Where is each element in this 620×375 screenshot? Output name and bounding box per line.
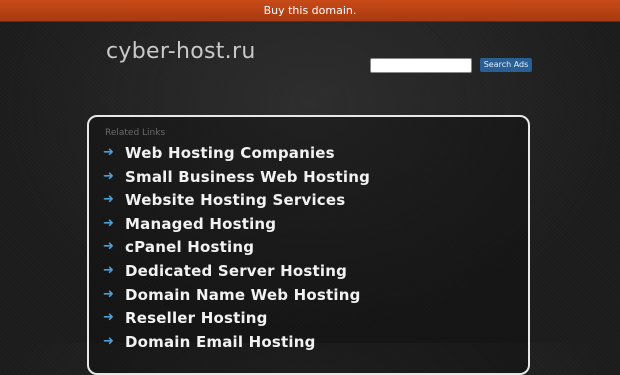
related-link[interactable]: Reseller Hosting bbox=[125, 307, 268, 329]
arrow-right-icon: ➜ bbox=[103, 262, 114, 278]
related-link[interactable]: Domain Email Hosting bbox=[125, 331, 316, 353]
arrow-right-icon: ➜ bbox=[103, 310, 114, 326]
related-links-heading: Related Links bbox=[105, 128, 166, 138]
search-input[interactable] bbox=[370, 58, 472, 73]
arrow-right-icon: ➜ bbox=[103, 239, 114, 255]
related-links-panel: Related Links ➜ Web Hosting Companies ➜ … bbox=[87, 115, 530, 375]
related-link[interactable]: Web Hosting Companies bbox=[125, 142, 335, 164]
related-link[interactable]: Small Business Web Hosting bbox=[125, 166, 370, 188]
search-ads-button[interactable]: Search Ads bbox=[480, 58, 532, 72]
buy-domain-banner[interactable]: Buy this domain. bbox=[0, 0, 620, 22]
arrow-right-icon: ➜ bbox=[103, 145, 114, 160]
arrow-right-icon: ➜ bbox=[103, 215, 114, 231]
arrow-right-icon: ➜ bbox=[103, 168, 114, 184]
related-link[interactable]: cPanel Hosting bbox=[125, 236, 254, 258]
arrow-right-icon: ➜ bbox=[103, 286, 114, 302]
arrow-right-icon: ➜ bbox=[103, 192, 114, 208]
arrow-right-icon: ➜ bbox=[103, 333, 114, 349]
related-link[interactable]: Website Hosting Services bbox=[125, 189, 345, 211]
buy-domain-link[interactable]: Buy this domain. bbox=[264, 4, 357, 17]
related-link[interactable]: Domain Name Web Hosting bbox=[125, 284, 361, 306]
domain-title: cyber-host.ru bbox=[106, 39, 256, 64]
related-link[interactable]: Dedicated Server Hosting bbox=[125, 260, 347, 282]
related-link[interactable]: Managed Hosting bbox=[125, 213, 276, 235]
